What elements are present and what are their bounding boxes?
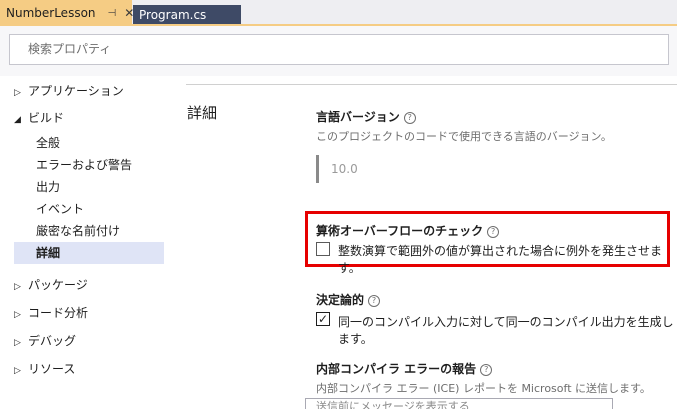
overflow-checkbox-label[interactable]: 整数演算で範囲外の値が算出された場合に例外を発生させます。 — [338, 242, 677, 276]
lang-version-title: 言語バージョン? — [316, 108, 416, 125]
sidebar-item-strong-naming[interactable]: 厳密な名前付け — [14, 220, 164, 242]
sidebar-item-label: アプリケーション — [28, 84, 124, 98]
pin-icon[interactable]: ⊣ — [108, 8, 117, 19]
compiler-error-select[interactable]: 送信前にメッセージを表示する — [305, 398, 613, 409]
deterministic-title: 決定論的? — [316, 291, 381, 308]
section-divider — [186, 84, 677, 85]
compiler-error-title: 内部コンパイラ エラーの報告? — [316, 360, 493, 377]
overflow-checkbox[interactable] — [316, 242, 330, 256]
tab-program-cs[interactable]: Program.cs — [133, 5, 241, 24]
sidebar-item-label: ビルド — [28, 111, 65, 125]
tab-numberlesson[interactable]: NumberLesson ⊣ ✕ — [0, 0, 134, 26]
chevron-right-icon: ▷ — [14, 338, 21, 348]
sidebar-item-package[interactable]: ▷ パッケージ — [14, 274, 88, 296]
section-title: 詳細 — [187, 104, 218, 122]
lang-version-desc: このプロジェクトのコードで使用できる言語のバージョン。 — [316, 130, 612, 143]
sidebar-item-output[interactable]: 出力 — [14, 176, 164, 198]
prop-title-text: 言語バージョン — [316, 110, 400, 124]
sidebar-item-application[interactable]: ▷ アプリケーション — [14, 80, 124, 102]
search-area: 検索プロパティ — [0, 26, 677, 76]
sidebar-item-debug[interactable]: ▷ デバッグ — [14, 330, 76, 352]
search-input[interactable]: 検索プロパティ — [9, 34, 669, 65]
prop-title-text: 決定論的 — [316, 293, 365, 307]
help-icon[interactable]: ? — [403, 112, 416, 124]
help-icon[interactable]: ? — [487, 226, 500, 238]
compiler-error-desc: 内部コンパイラ エラー (ICE) レポートを Microsoft に送信します… — [316, 382, 651, 395]
chevron-right-icon: ▷ — [14, 366, 21, 376]
help-icon[interactable]: ? — [368, 295, 381, 307]
sidebar-item-label: パッケージ — [28, 278, 88, 292]
tab-title: Program.cs — [139, 7, 207, 22]
chevron-right-icon: ▷ — [14, 88, 21, 98]
sidebar-item-label: コード分析 — [28, 306, 89, 320]
chevron-down-icon: ◢ — [14, 115, 21, 125]
sidebar: ▷ アプリケーション ◢ ビルド 全般 エラーおよび警告 出力 イベント 厳密な名前… — [0, 76, 186, 409]
sidebar-item-advanced[interactable]: 詳細 — [14, 242, 164, 264]
sidebar-item-general[interactable]: 全般 — [14, 132, 164, 154]
sidebar-item-events[interactable]: イベント — [14, 198, 164, 220]
overflow-check-title: 算術オーバーフローのチェック? — [316, 222, 500, 239]
sidebar-item-code-analysis[interactable]: ▷ コード分析 — [14, 302, 88, 324]
lang-version-value: 10.0 — [316, 155, 376, 183]
tab-title: NumberLesson — [6, 6, 96, 20]
sidebar-item-errors-warnings[interactable]: エラーおよび警告 — [14, 154, 164, 176]
help-icon[interactable]: ? — [480, 364, 493, 376]
deterministic-checkbox-label[interactable]: 同一のコンパイル入力に対して同一のコンパイル出力を生成します。 — [338, 313, 677, 347]
chevron-right-icon: ▷ — [14, 310, 21, 320]
document-tab-strip: NumberLesson ⊣ ✕ Program.cs — [0, 0, 677, 26]
sidebar-item-build[interactable]: ◢ ビルド — [14, 107, 64, 129]
sidebar-item-resources[interactable]: ▷ リソース — [14, 358, 75, 380]
deterministic-checkbox[interactable]: ✓ — [316, 312, 330, 326]
sidebar-item-label: デバッグ — [28, 334, 77, 348]
sidebar-item-label: リソース — [28, 362, 76, 376]
chevron-right-icon: ▷ — [14, 282, 21, 292]
prop-title-text: 算術オーバーフローのチェック — [316, 224, 484, 238]
prop-title-text: 内部コンパイラ エラーの報告 — [316, 362, 477, 376]
